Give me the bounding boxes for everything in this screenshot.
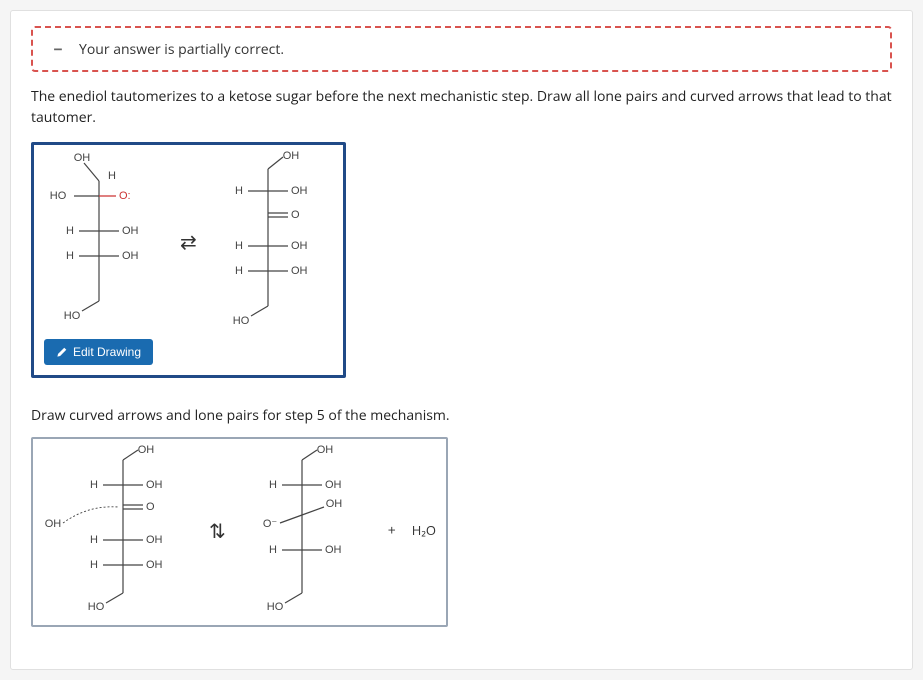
structure-step5-right: OH H OH O⁻ OH H OH HO bbox=[242, 445, 372, 615]
svg-text:OH: OH bbox=[291, 185, 308, 197]
svg-text:H: H bbox=[66, 250, 74, 262]
minus-icon: − bbox=[49, 38, 67, 60]
structure-enediol: OH H O: HO H OH H OH HO bbox=[44, 151, 164, 331]
svg-text:OH: OH bbox=[325, 544, 342, 556]
equilibrium-arrow-2: ⇅ bbox=[203, 517, 232, 544]
prompt-text-1: The enediol tautomerizes to a ketose sug… bbox=[31, 86, 892, 128]
svg-text:OH: OH bbox=[283, 151, 300, 162]
svg-text:H: H bbox=[235, 265, 243, 277]
svg-text:OH: OH bbox=[122, 225, 139, 237]
svg-text:OH: OH bbox=[325, 479, 342, 491]
svg-text:O: O bbox=[146, 501, 155, 513]
svg-text:H: H bbox=[90, 534, 98, 546]
svg-text:OH: OH bbox=[45, 518, 62, 530]
svg-text:OH: OH bbox=[74, 152, 91, 164]
drawing-panel-1[interactable]: OH H O: HO H OH H OH HO bbox=[31, 142, 346, 378]
svg-text:HO: HO bbox=[88, 601, 105, 613]
svg-text:OH: OH bbox=[146, 479, 163, 491]
svg-text:OH: OH bbox=[146, 559, 163, 571]
svg-text:OH: OH bbox=[317, 445, 334, 456]
svg-text:H: H bbox=[90, 559, 98, 571]
svg-text:HO: HO bbox=[64, 310, 81, 322]
svg-text:OH: OH bbox=[291, 265, 308, 277]
svg-text:OH: OH bbox=[138, 445, 155, 456]
svg-text:OH: OH bbox=[326, 498, 343, 510]
panel-2-content: OH H OH O OH H OH H bbox=[43, 445, 436, 615]
svg-text:H: H bbox=[269, 544, 277, 556]
prompt-text-2: Draw curved arrows and lone pairs for st… bbox=[31, 406, 892, 425]
svg-text:O:: O: bbox=[119, 190, 131, 202]
question-container: − Your answer is partially correct. The … bbox=[10, 10, 913, 670]
panel-1-content: OH H O: HO H OH H OH HO bbox=[44, 151, 333, 331]
svg-text:OH: OH bbox=[122, 250, 139, 262]
drawing-panel-2[interactable]: OH H OH O OH H OH H bbox=[31, 437, 448, 627]
svg-text:O⁻: O⁻ bbox=[263, 518, 278, 530]
structure-ketose: OH H OH O H OH H OH bbox=[213, 151, 333, 331]
feedback-text: Your answer is partially correct. bbox=[79, 40, 284, 59]
svg-text:OH: OH bbox=[291, 240, 308, 252]
plus-symbol: + bbox=[382, 521, 402, 540]
edit-drawing-button[interactable]: Edit Drawing bbox=[44, 339, 153, 365]
pencil-icon bbox=[56, 347, 67, 358]
edit-button-label: Edit Drawing bbox=[73, 345, 141, 359]
svg-text:O: O bbox=[291, 209, 300, 221]
svg-text:H: H bbox=[108, 170, 116, 182]
byproduct-h2o: H₂O bbox=[412, 521, 436, 539]
svg-text:HO: HO bbox=[267, 601, 284, 613]
equilibrium-arrow-1: ⇄ bbox=[174, 228, 203, 255]
svg-text:OH: OH bbox=[146, 534, 163, 546]
svg-text:H: H bbox=[90, 479, 98, 491]
svg-text:HO: HO bbox=[50, 190, 67, 202]
svg-text:H: H bbox=[66, 225, 74, 237]
svg-text:H: H bbox=[269, 479, 277, 491]
structure-step5-left: OH H OH O OH H OH H bbox=[43, 445, 193, 615]
svg-text:H: H bbox=[235, 185, 243, 197]
feedback-banner: − Your answer is partially correct. bbox=[31, 26, 892, 72]
svg-text:H: H bbox=[235, 240, 243, 252]
svg-text:HO: HO bbox=[233, 315, 250, 327]
